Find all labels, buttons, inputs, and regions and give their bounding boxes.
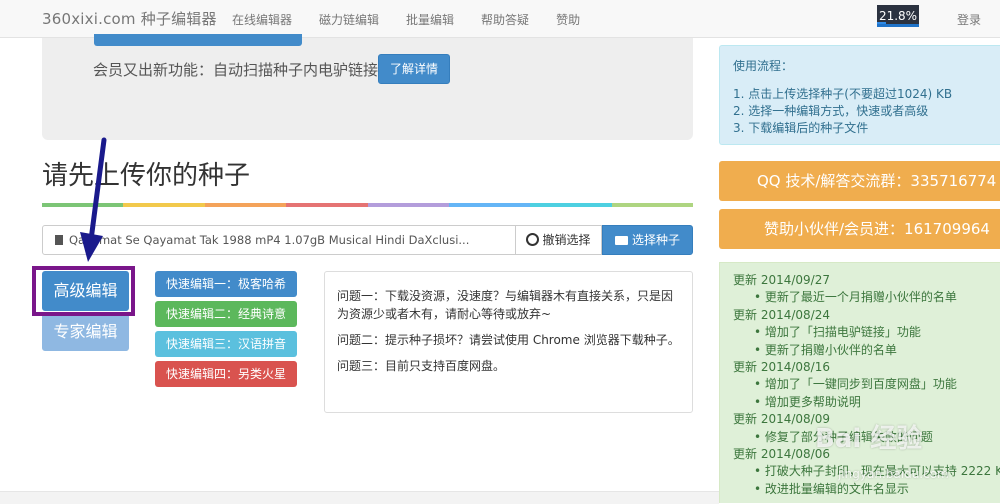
rainbow-segment [204,203,287,207]
promo-panel: 会员又出新功能：自动扫描种子内电驴链接 了解详情 [42,34,693,140]
nav-item-batch-editor[interactable]: 批量编辑 [406,11,454,28]
usage-flow-panel: 使用流程： 1. 点击上传选择种子(不要超过1024) KB 2. 选择一种编辑… [719,45,1000,145]
choose-torrent-label: 选择种子 [631,233,680,247]
expert-edit-button[interactable]: 专家编辑 [42,313,129,351]
quick-edit-3-button[interactable]: 快速编辑三：汉语拼音 [155,331,297,357]
nav-item-help[interactable]: 帮助答疑 [481,11,529,28]
quick-edit-2-button[interactable]: 快速编辑二：经典诗意 [155,301,297,327]
login-link[interactable]: 登录 [957,11,981,28]
sponsor-banner[interactable]: 赞助小伙伴/会员进：161709964 [719,209,1000,249]
file-icon [55,235,63,245]
top-navbar: 360xixi.com 种子编辑器 在线编辑器 磁力链编辑 批量编辑 帮助答疑 … [0,0,1000,38]
usage-flow-title: 使用流程： [733,59,794,73]
rainbow-segment [448,203,531,207]
update-item: 更新了捐赠小伙伴的名单 [733,342,1000,359]
page-title: 请先上传你的种子 [42,161,251,191]
quick-edit-4-button[interactable]: 快速编辑四：另类火星 [155,361,297,387]
rainbow-segment [367,203,449,207]
cancel-selection-label: 撤销选择 [542,233,591,247]
promo-top-button[interactable] [94,34,302,46]
advanced-edit-button[interactable]: 高级编辑 [42,271,129,311]
watermark-logo: Bai 经验 [815,424,923,454]
ban-icon [526,233,540,246]
file-name-text: Qayamat Se Qayamat Tak 1988 mP4 1.07gB M… [69,233,470,247]
quick-edit-1-button[interactable]: 快速编辑一：极客哈希 [155,271,297,297]
update-date: 更新 2014/08/16 [733,360,830,375]
update-item: 更新了最近一个月捐赠小伙伴的名单 [733,289,1000,306]
nav-item-sponsor[interactable]: 赞助 [556,11,580,28]
faq-item-2: 问题二：提示种子损坏？请尝试使用 Chrome 浏览器下载种子。 [337,333,680,347]
folder-open-icon [614,236,628,245]
faq-item-1: 问题一：下载没资源，没速度？与编辑器木有直接关系，只是因为资源少或者木有，请耐心… [337,289,674,321]
update-item: 增加更多帮助说明 [733,394,1000,411]
progress-label: 21.8% [878,9,918,23]
faq-panel: 问题一：下载没资源，没速度？与编辑器木有直接关系，只是因为资源少或者木有，请耐心… [324,271,693,413]
rainbow-segment [42,203,124,207]
cancel-selection-button[interactable]: 撤销选择 [516,225,602,255]
update-date: 更新 2014/08/24 [733,307,830,322]
file-upload-row: Qayamat Se Qayamat Tak 1988 mP4 1.07gB M… [42,225,693,255]
promo-text: 会员又出新功能：自动扫描种子内电驴链接 [93,61,379,79]
update-date: 更新 2014/09/27 [733,273,830,287]
watermark-url: jingyan.baidu.com [838,467,949,481]
rainbow-segment [611,203,693,207]
rainbow-segment [530,203,612,207]
rainbow-segment [123,203,205,207]
update-item: 改进批量编辑的文件名显示 [733,481,1000,498]
update-item: 增加了「扫描电驴链接」功能 [733,324,1000,341]
qq-group-banner[interactable]: QQ 技术/解答交流群：335716774 [719,161,1000,201]
update-item: 增加了「一键同步到百度网盘」功能 [733,376,1000,393]
usage-step-3: 3. 下载编辑后的种子文件 [733,121,869,135]
bottom-scroll-strip [0,491,719,504]
nav-item-online-editor[interactable]: 在线编辑器 [232,11,292,28]
rainbow-segment [286,203,368,207]
progress-fill [877,22,887,24]
faq-item-3: 问题三：目前只支持百度网盘。 [337,359,506,373]
usage-step-1: 1. 点击上传选择种子(不要超过1024) KB [733,87,953,101]
nav-item-magnet-editor[interactable]: 磁力链编辑 [319,11,379,28]
rainbow-divider [42,203,693,207]
progress-badge: 21.8% [877,5,919,27]
file-name-display[interactable]: Qayamat Se Qayamat Tak 1988 mP4 1.07gB M… [42,225,516,255]
site-brand[interactable]: 360xixi.com 种子编辑器 [42,8,217,29]
learn-more-button[interactable]: 了解详情 [378,54,450,84]
choose-torrent-button[interactable]: 选择种子 [602,225,693,255]
nav-menu: 在线编辑器 磁力链编辑 批量编辑 帮助答疑 赞助 [232,11,607,28]
usage-step-2: 2. 选择一种编辑方式，快速或者高级 [733,104,929,118]
